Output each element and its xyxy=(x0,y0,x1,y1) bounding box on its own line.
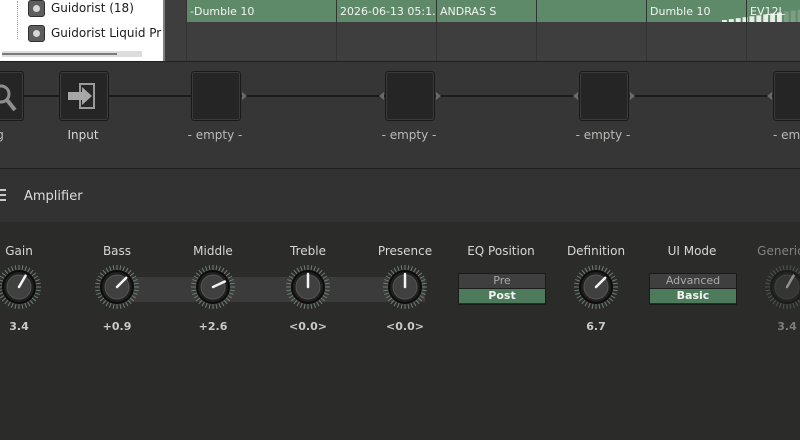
middle-value: +2.6 xyxy=(198,320,228,333)
arrow-right-icon xyxy=(630,92,635,100)
tree-item-label: Guidorist (18) xyxy=(51,1,134,15)
column-divider xyxy=(436,0,437,61)
input-icon xyxy=(68,83,95,109)
author-cell: ANDRAS S xyxy=(440,5,497,18)
chain-slot-empty[interactable] xyxy=(385,71,435,121)
middle-label: Middle xyxy=(193,244,233,258)
generic-g-label: Generic G xyxy=(757,244,800,258)
tree-item-guidorist[interactable]: Guidorist (18) xyxy=(28,0,134,18)
chain-slot-input[interactable] xyxy=(59,71,109,121)
eq-position-label: EQ Position xyxy=(467,244,535,258)
menu-icon[interactable] xyxy=(0,189,6,202)
speaker-icon xyxy=(28,24,45,42)
arrow-right-icon xyxy=(436,92,441,100)
bass-knob[interactable] xyxy=(93,263,141,311)
treble-label: Treble xyxy=(290,244,326,258)
eq-position-toggle[interactable]: Pre Post xyxy=(458,273,546,305)
date-cell: 2026-06-13 05:1... xyxy=(340,5,436,18)
arrow-left-icon xyxy=(767,92,772,100)
arrow-right-icon xyxy=(242,92,247,100)
presence-knob[interactable] xyxy=(381,263,429,311)
tree-item-label: Guidorist Liquid Pr xyxy=(51,26,162,40)
cab-cell: EV12L xyxy=(750,5,785,18)
preset-name-cell: -Dumble 10 xyxy=(190,5,255,18)
ui-mode-label: UI Mode xyxy=(667,244,717,258)
model-cell: Dumble 10 xyxy=(650,5,711,18)
signal-chain: g Input - empty - - empty - - empty - - … xyxy=(0,61,800,169)
ui-mode-basic[interactable]: Basic xyxy=(650,289,736,303)
definition-knob[interactable] xyxy=(572,263,620,311)
chain-slot-label: - empty - xyxy=(575,128,631,142)
chain-slot-empty[interactable] xyxy=(579,71,629,121)
chain-slot-empty[interactable] xyxy=(191,71,241,121)
chain-slot-label: Input xyxy=(67,128,99,142)
definition-label: Definition xyxy=(566,244,626,258)
preset-browser: Guidorist (18) Guidorist Liquid Pr -Dumb… xyxy=(0,0,800,61)
eq-position-post[interactable]: Post xyxy=(459,289,545,303)
horizontal-scrollbar[interactable] xyxy=(2,51,142,57)
eq-track xyxy=(120,277,425,302)
middle-knob[interactable] xyxy=(189,263,237,311)
column-divider xyxy=(746,0,747,61)
column-divider xyxy=(186,0,187,61)
column-divider xyxy=(536,0,537,61)
chain-slot-empty[interactable] xyxy=(773,71,800,121)
ui-mode-toggle[interactable]: Advanced Basic xyxy=(649,273,737,305)
bass-value: +0.9 xyxy=(102,320,132,333)
treble-value: <0.0> xyxy=(289,320,327,333)
column-divider xyxy=(336,0,337,61)
tree-item-guidorist-liquid[interactable]: Guidorist Liquid Pr xyxy=(28,23,161,43)
chain-slot-label: - empty - xyxy=(187,128,243,142)
scrollbar-thumb[interactable] xyxy=(2,53,117,55)
generic-g-value: 3.4 xyxy=(777,320,797,333)
chain-slot-prev[interactable] xyxy=(0,71,24,121)
magnifier-icon xyxy=(0,84,17,112)
section-title: Amplifier xyxy=(24,189,83,204)
ui-mode-advanced[interactable]: Advanced xyxy=(650,274,736,289)
presence-label: Presence xyxy=(377,244,433,258)
column-divider xyxy=(646,0,647,61)
arrow-left-icon xyxy=(573,92,578,100)
preset-row-selected[interactable]: -Dumble 10 2026-06-13 05:1... ANDRAS S D… xyxy=(186,0,800,22)
amplifier-header: Amplifier xyxy=(0,168,800,224)
chain-slot-label: - empty - xyxy=(381,128,437,142)
folder-tree[interactable]: Guidorist (18) Guidorist Liquid Pr xyxy=(0,0,165,61)
presence-value: <0.0> xyxy=(386,320,424,333)
generic-g-knob[interactable] xyxy=(763,263,800,311)
speaker-icon xyxy=(28,0,45,17)
tree-connector xyxy=(17,1,19,39)
gain-knob[interactable] xyxy=(0,263,43,311)
chain-slot-label: - emp xyxy=(773,128,800,142)
treble-knob[interactable] xyxy=(284,263,332,311)
eq-position-pre[interactable]: Pre xyxy=(459,274,545,289)
gain-label: Gain xyxy=(5,244,33,258)
arrow-left-icon xyxy=(379,92,384,100)
bass-label: Bass xyxy=(102,244,132,258)
definition-value: 6.7 xyxy=(586,320,606,333)
gain-value: 3.4 xyxy=(9,320,29,333)
